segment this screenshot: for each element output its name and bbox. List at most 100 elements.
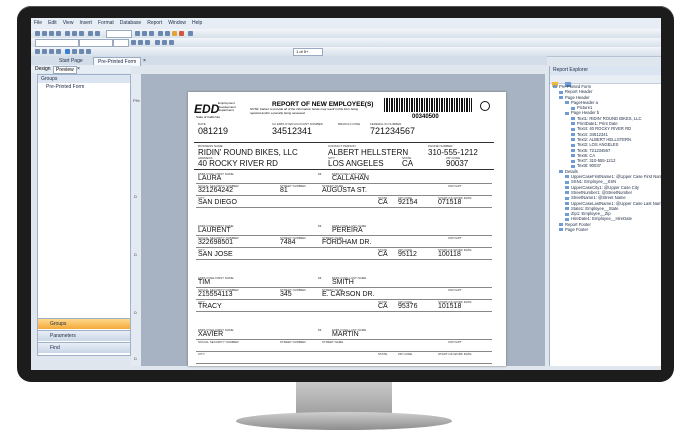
underline-icon[interactable] — [149, 31, 154, 36]
field-underline — [196, 311, 492, 312]
emp-start-value: 071518 — [438, 199, 462, 206]
field-icon — [571, 154, 575, 158]
justify-icon[interactable] — [155, 40, 160, 45]
tab-design[interactable]: Design — [35, 66, 51, 72]
page-counter[interactable]: 1 of 5+ — [293, 48, 323, 56]
menu-item[interactable]: Format — [95, 18, 117, 28]
field-icon — [565, 217, 569, 221]
underline-format-icon[interactable] — [145, 40, 150, 45]
nav-parameters[interactable]: Parameters — [38, 330, 130, 341]
explorer-node-label: Page Header — [565, 94, 590, 100]
explorer-node[interactable]: Page Footer — [550, 227, 661, 232]
bold-icon[interactable] — [135, 31, 140, 36]
nav-find[interactable]: Find — [38, 342, 130, 353]
font-combo[interactable] — [106, 30, 132, 38]
cut-icon[interactable] — [65, 31, 70, 36]
explorer-node-label: Text1: RIDIN' ROUND BIKES, LLC — [577, 115, 642, 121]
menu-item[interactable]: Help — [189, 18, 205, 28]
outdent-icon[interactable] — [169, 40, 174, 45]
explorer-node-label: Pre-Printed Form — [559, 84, 592, 89]
emp-unit-label: UNIT/APT — [448, 236, 462, 240]
city-value: LOS ANGELES — [328, 159, 384, 168]
vertical-ruler: PHr D D D D — [131, 74, 141, 366]
nav-groups[interactable]: Groups — [38, 318, 130, 329]
tab-start-page[interactable]: Start Page — [55, 57, 87, 65]
font-size-combo[interactable] — [113, 39, 129, 47]
divider — [194, 169, 494, 170]
emp-street-number-value: 81 — [280, 187, 288, 194]
print-icon[interactable] — [56, 31, 61, 36]
view-subtabs: Design Preview × — [31, 65, 131, 74]
menu-item[interactable]: Window — [165, 18, 189, 28]
menu-item[interactable]: Insert — [76, 18, 95, 28]
menu-item[interactable]: Database — [117, 18, 144, 28]
bold-format-icon[interactable] — [131, 40, 136, 45]
explorer-node-label: Text4: 34512341 — [577, 131, 608, 137]
first-page-icon[interactable] — [35, 49, 40, 54]
zoom-in-icon[interactable] — [79, 49, 84, 54]
export-icon[interactable] — [72, 49, 77, 54]
explorer-node-label: Text4: 40 ROCKY RIVER RD — [577, 126, 632, 132]
last-page-icon[interactable] — [56, 49, 61, 54]
emp-ssn-label: SOCIAL SECURITY NUMBER — [198, 340, 239, 344]
document-tabs: Start Page Pre-Printed Form × — [31, 56, 547, 66]
italic-icon[interactable] — [142, 31, 147, 36]
emp-mi-label: MI — [318, 172, 322, 176]
zoom-icon[interactable] — [188, 31, 193, 36]
font-name-combo[interactable] — [79, 39, 113, 47]
emp-street-name-value: E. CARSON DR. — [322, 291, 375, 298]
open-icon[interactable] — [42, 31, 47, 36]
field-underline — [196, 259, 492, 260]
state-value: CA — [402, 159, 414, 168]
refresh-icon[interactable] — [65, 49, 70, 54]
prev-page-icon[interactable] — [42, 49, 47, 54]
zoom-out-icon[interactable] — [86, 49, 91, 54]
emp-unit-label: UNIT/APT — [448, 184, 462, 188]
field-icon — [565, 212, 569, 216]
align-left-icon[interactable] — [158, 31, 163, 36]
emp-state-label: STATE — [378, 352, 388, 356]
emp-street-number-value: 7484 — [280, 239, 296, 246]
menu-item[interactable]: View — [60, 18, 77, 28]
field-icon — [565, 111, 569, 115]
explorer-node-label: Text7: 310-555-1212 — [577, 158, 616, 164]
redo-icon[interactable] — [95, 31, 100, 36]
fill-color-icon[interactable] — [179, 31, 184, 36]
tab-preview[interactable]: Preview — [53, 66, 77, 74]
date-value: 081219 — [198, 126, 229, 136]
italic-format-icon[interactable] — [138, 40, 143, 45]
explorer-node-label: PageHeader a — [571, 99, 599, 105]
menu-item[interactable]: File — [31, 18, 45, 28]
emp-unit-label: UNIT/APT — [448, 288, 462, 292]
indent-icon[interactable] — [162, 40, 167, 45]
undo-icon[interactable] — [88, 31, 93, 36]
copy-icon[interactable] — [72, 31, 77, 36]
align-center-icon[interactable] — [165, 31, 170, 36]
field-underline — [196, 287, 492, 288]
explorer-node-label: UpperCaseLastName1: @Upper Case Last Nam… — [571, 200, 661, 206]
close-preview-icon[interactable]: × — [77, 66, 80, 72]
explorer-node-label: Zip1: Employee__Zip — [571, 211, 611, 217]
highlight-icon[interactable] — [172, 31, 177, 36]
emp-zip-value: 95376 — [398, 303, 418, 310]
barcode — [384, 98, 472, 112]
emp-last-value: MARTIN — [332, 331, 359, 338]
field-icon — [571, 127, 575, 131]
field-icon — [571, 138, 575, 142]
emp-start-label: START-OF-WORK DATE — [438, 352, 472, 356]
field-icon — [565, 207, 569, 211]
menu-item[interactable]: Edit — [45, 18, 60, 28]
emp-city-value: SAN JOSE — [198, 251, 233, 258]
report-page: EDD Employment Development Department St… — [188, 92, 506, 366]
menu-item[interactable]: Report — [144, 18, 165, 28]
paste-icon[interactable] — [79, 31, 84, 36]
emp-mi-label: MI — [318, 276, 322, 280]
save-icon[interactable] — [49, 31, 54, 36]
style-combo[interactable] — [35, 39, 79, 47]
explorer-node-label: Text3: LOS ANGELES — [577, 142, 619, 148]
close-tab-icon[interactable]: × — [143, 58, 146, 64]
group-item[interactable]: Pre-Printed Form — [38, 83, 130, 91]
next-page-icon[interactable] — [49, 49, 54, 54]
new-icon[interactable] — [35, 31, 40, 36]
explorer-node-label: Text2: ALBERT HELLSTERN — [577, 136, 632, 142]
